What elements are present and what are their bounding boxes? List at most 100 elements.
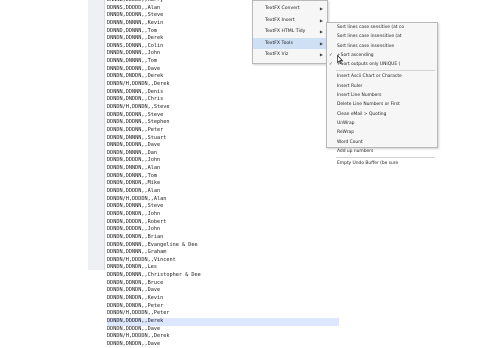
- menu-item-textfx-insert[interactable]: TextFX Insert ▶: [253, 15, 327, 27]
- editor-line[interactable]: DDNDN/H,DDDDN,,Alan: [107, 196, 339, 204]
- menu-item-tools[interactable]: Insert Ascii Chart or Characte: [327, 72, 437, 81]
- editor-line[interactable]: DDNDN,DDNDN,,Bruce: [107, 280, 339, 288]
- editor-line[interactable]: DDNDN,DDDDN,,Alan: [107, 188, 339, 196]
- line-text: DDNDN,DDDNN,,Stephen: [107, 119, 170, 126]
- menu-item-textfx-tools[interactable]: TextFX Tools ▶: [253, 37, 327, 49]
- menu-item-tools[interactable]: Add up numbers: [327, 147, 437, 156]
- menu-item-tools[interactable]: Sort lines case sensitive (at co: [327, 23, 437, 32]
- editor-line[interactable]: DDNDN/H,DDNDN,,Steve: [107, 104, 339, 112]
- menu-item-tools[interactable]: Insert Line Numbers: [327, 91, 437, 100]
- line-text: DNNNZ,DDDDD,,Harry: [107, 0, 164, 3]
- line-number-gutter: [88, 0, 105, 270]
- editor-line[interactable]: DDNDN,DDDDN,,Robert: [107, 219, 339, 227]
- editor-line[interactable]: DDNDN,DDNDN,,John: [107, 211, 339, 219]
- editor-line[interactable]: DDNDN,DDDDN,,John: [107, 226, 339, 234]
- mouse-pointer-icon: [337, 55, 343, 64]
- menu-item-tools[interactable]: ReWrap: [327, 128, 437, 137]
- editor-line[interactable]: DDNDN,DDDDN,,Derek: [107, 317, 339, 326]
- line-text: DDNDN,DDDDN,,Alan: [107, 188, 161, 195]
- line-text: DNNDN,DDDNN,,Dave: [107, 65, 161, 72]
- menu-item-label: Sort lines case insensitive: [337, 43, 395, 49]
- line-text: DDNDN,DDNDN,,Brian: [107, 233, 164, 240]
- editor-line[interactable]: DDNDN,DDDNN,,Steve: [107, 112, 339, 120]
- menu-item-tools[interactable]: Word Count: [327, 138, 437, 147]
- menu-item-tools[interactable]: Delete Line Numbers or First: [327, 100, 437, 109]
- menu-item-label: Insert Ascii Chart or Characte: [337, 74, 402, 80]
- menu-item-label: Insert Line Numbers: [337, 93, 382, 99]
- editor-line[interactable]: DDNDN,DDNNN,,Tom: [107, 173, 339, 181]
- line-text: DDNDN,DDNNN,,Tom: [107, 172, 157, 179]
- editor-line[interactable]: DDNDN,DNDDN,,Derek: [107, 73, 339, 81]
- menu-item-tools[interactable]: Sort lines case insensitive: [327, 42, 437, 51]
- submenu-arrow-icon: ▶: [319, 6, 323, 11]
- menu-item-label: Word Count: [337, 139, 363, 145]
- editor-line[interactable]: DDNDN,DDNNN,,Steve: [107, 203, 339, 211]
- textfx-menu: TextFX Convert ▶ TextFX Insert ▶ TextFX HT…: [252, 0, 328, 64]
- line-text: DDNDN,DNNNN,,Stuart: [107, 134, 167, 141]
- menu-item-tools[interactable]: Empty Undo Buffer (be sure: [327, 159, 437, 168]
- editor-line[interactable]: DDNNN,DDNNN,,Denis: [107, 89, 339, 97]
- editor-line[interactable]: DDNDN,DNNDN,,Alan: [107, 165, 339, 173]
- editor-line[interactable]: DDNDN,DDNDN,,Peter: [107, 303, 339, 311]
- editor-line[interactable]: DDNDN,DNDDN,,Chris: [107, 96, 339, 104]
- editor-line[interactable]: DDNDN/H,DDDDN,,Vincent: [107, 257, 339, 265]
- menu-item-textfx-viz[interactable]: TextFX Viz ▶: [253, 49, 327, 61]
- menu-item-tools[interactable]: ✓ +Sort outputs only UNIQUE (: [327, 60, 437, 69]
- checkmark-icon: ✓: [329, 62, 333, 68]
- menu-item-tools[interactable]: ✓ +Sort ascending: [327, 51, 437, 60]
- menu-item-tools[interactable]: Insert Ruler: [327, 82, 437, 91]
- line-text: DDNDN,DDNNN,,Steve: [107, 203, 164, 210]
- line-text: DDNNN,DNNNN,,Tom: [107, 58, 157, 65]
- line-text: DDNDN/H,DDDDN,,Peter: [107, 310, 170, 317]
- editor-line[interactable]: DDNDN,DNDDN,,Dave: [107, 341, 339, 348]
- menu-item-textfx-html-tidy[interactable]: TextFX HTML Tidy ▶: [253, 26, 327, 38]
- checkmark-icon: ✓: [329, 52, 333, 58]
- menu-item-label: Delete Line Numbers or First: [337, 102, 400, 108]
- editor-line[interactable]: DDNDN,DNNNN,,Stuart: [107, 135, 339, 143]
- line-text: DDNNS,DDNNN,,Colin: [107, 42, 164, 49]
- line-text: DDNDN,DNDDN,,Chris: [107, 96, 164, 103]
- editor-line[interactable]: DNNDN,DDDNN,,Dave: [107, 142, 339, 150]
- editor-line[interactable]: DDNDN,DDNNN,,Graham: [107, 249, 339, 257]
- line-text: DDNDN,DDDDN,,John: [107, 226, 161, 233]
- line-text: DDNDN,DNNDN,,Alan: [107, 165, 161, 172]
- editor-line[interactable]: DDNDN/H,DDDDN,,Peter: [107, 310, 339, 318]
- line-text: DDNDN,DNDDN,,Dave: [107, 340, 161, 347]
- editor-line[interactable]: DDNDN/H,DDDDN,,Derek: [107, 333, 339, 341]
- editor-line[interactable]: DDNDN,DDNDN,,Dave: [107, 287, 339, 295]
- menu-item-tools[interactable]: UnWrap: [327, 119, 437, 128]
- line-text: DDNDN,DDNNN,,Evangeline & Dee: [107, 241, 198, 248]
- editor-line[interactable]: DDNDN,DNNNN,,Dan: [107, 150, 339, 158]
- menu-item-label: Insert Ruler: [337, 83, 363, 89]
- menu-item-tools[interactable]: Sort lines case insensitive (at: [327, 32, 437, 41]
- menu-separator: [336, 70, 435, 72]
- line-text: DDNDN,DDNDN,,Bruce: [107, 279, 164, 286]
- editor-line[interactable]: DDNDN,DDNNN,,Christopher & Dee: [107, 272, 339, 280]
- editor-line[interactable]: DDNDN/H,DDNDN,,Derek: [107, 81, 339, 89]
- line-text: DDNDN,DDDDN,,John: [107, 157, 161, 164]
- line-text: DNNDN,DDNNN,,John: [107, 50, 161, 57]
- line-text: DDNDN,DDDNN,,Peter: [107, 126, 164, 133]
- editor-line[interactable]: DDNDN,DDNDN,,Brian: [107, 234, 339, 242]
- menu-item-textfx-convert[interactable]: TextFX Convert ▶: [253, 3, 327, 15]
- menu-item-label: Clean eMail > Quoting: [337, 111, 387, 117]
- editor-line[interactable]: DDNDN,DDDDN,,John: [107, 157, 339, 165]
- editor-line[interactable]: DDNDN,DDNNN,,Evangeline & Dee: [107, 242, 339, 250]
- menu-item-label: Empty Undo Buffer (be sure: [337, 161, 399, 167]
- editor-line[interactable]: DDNDN,DDDDN,,Dave: [107, 326, 339, 334]
- editor-line[interactable]: DDNDN,DNDDN,,Kevin: [107, 295, 339, 303]
- editor-line[interactable]: DNNDN,DDNDN,,Les: [107, 264, 339, 272]
- line-text: DNNDN,DDNNN,,Derek: [107, 35, 164, 42]
- line-text: DDNNN,DDNNN,,Denis: [107, 88, 164, 95]
- editor-line[interactable]: DDNDN,DDDNN,,Stephen: [107, 119, 339, 127]
- editor-line[interactable]: DDNDN,DDNDN,,Mike: [107, 180, 339, 188]
- line-text: DNNDN,DDDNN,,Steve: [107, 12, 164, 19]
- menu-item-tools[interactable]: Clean eMail > Quoting: [327, 110, 437, 119]
- editor-line[interactable]: DNNDN,DDDNN,,Dave: [107, 66, 339, 74]
- textfx-tools-submenu: Sort lines case sensitive (at co Sort lin…: [326, 22, 438, 166]
- line-text: DDNDN/H,DDDDN,,Derek: [107, 333, 170, 340]
- editor-line[interactable]: DDNDN,DDDNN,,Peter: [107, 127, 339, 135]
- left-panel: [0, 0, 88, 270]
- menu-item-label: UnWrap: [337, 120, 355, 126]
- line-text: DDNDN,DDNNN,,Christopher & Dee: [107, 272, 201, 279]
